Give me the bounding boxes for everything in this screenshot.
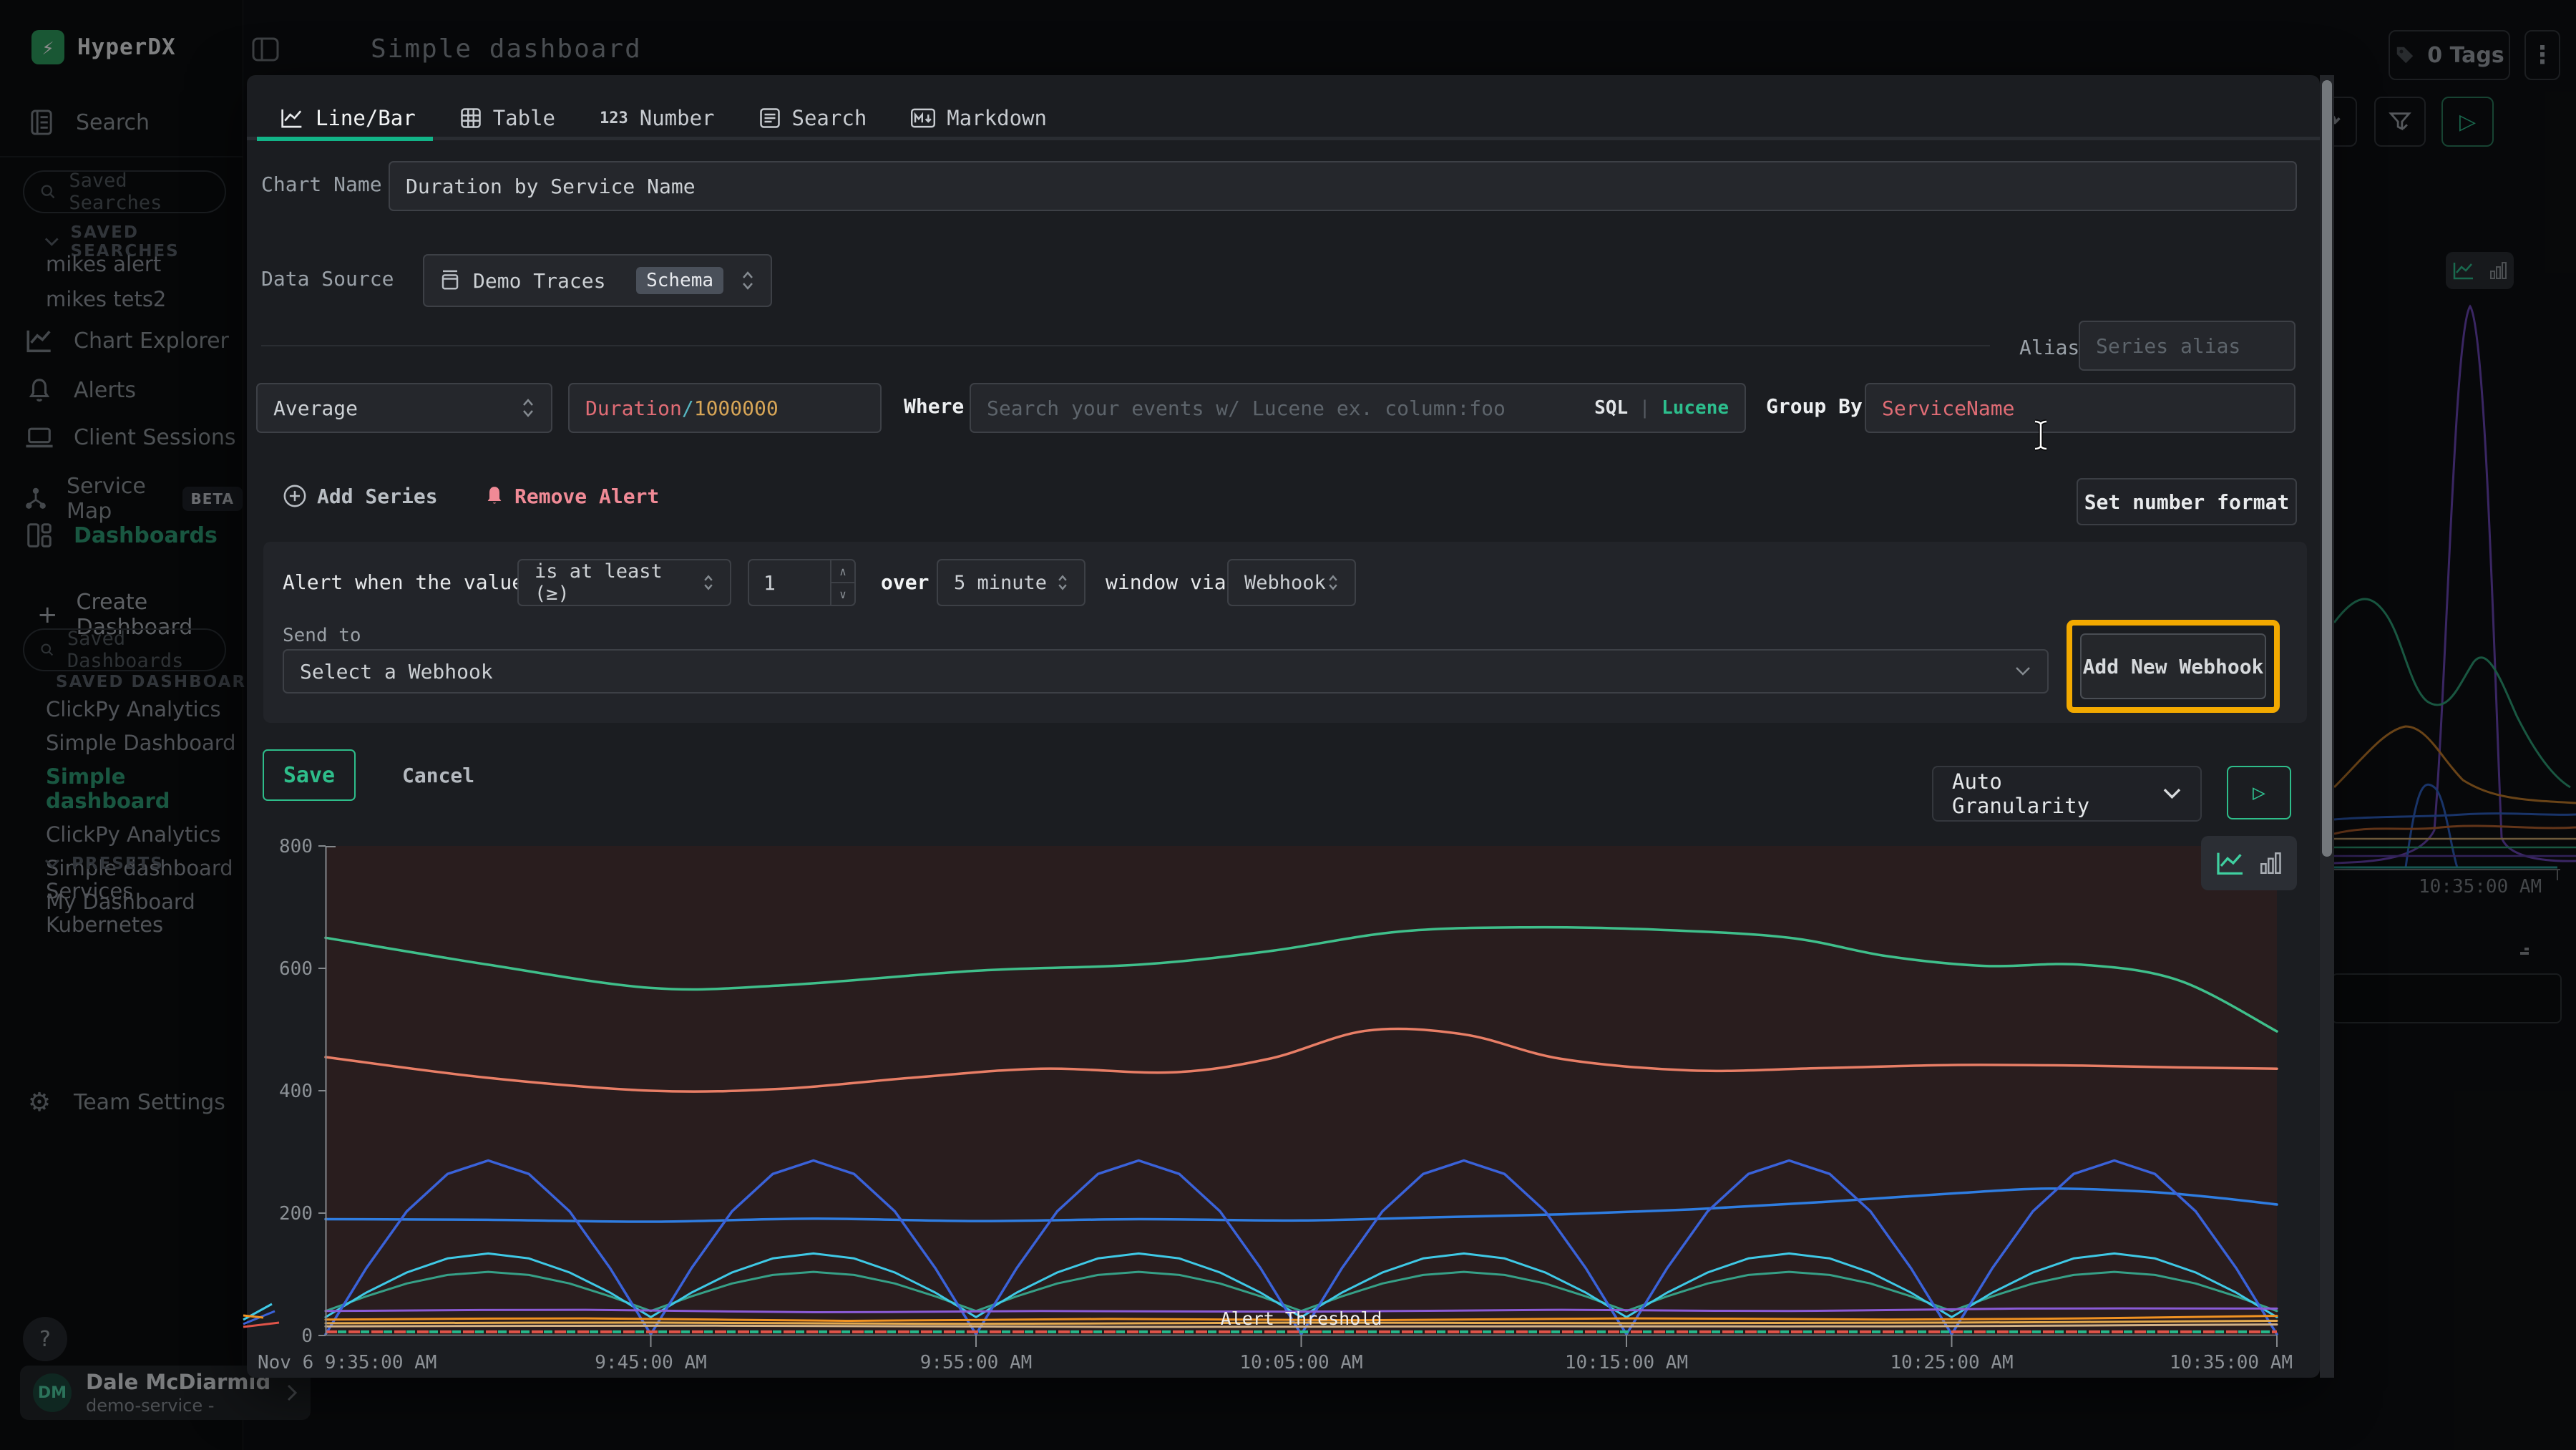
tab-line-bar[interactable]: Line/Bar <box>280 106 416 130</box>
tab-track <box>247 137 2320 140</box>
y-tick-label: 200 <box>279 1203 313 1225</box>
play-icon: ▷ <box>2253 780 2265 805</box>
stepper-up-icon: ∧ <box>831 560 854 583</box>
tab-search[interactable]: Search <box>759 106 867 130</box>
line-chart-icon <box>2216 851 2245 875</box>
x-tick-label: 10:25:00 AM <box>1890 1352 2013 1373</box>
modal-scrollbar[interactable] <box>2320 75 2334 1378</box>
data-source-label: Data Source <box>261 267 394 291</box>
field-expression-input[interactable]: Duration/1000000 <box>568 383 882 433</box>
preview-chart-type-toggle[interactable] <box>2201 836 2297 890</box>
x-tick-label: 9:55:00 AM <box>920 1352 1033 1373</box>
data-source-select[interactable]: Demo Traces Schema <box>423 254 772 307</box>
cancel-button[interactable]: Cancel <box>402 764 474 787</box>
x-tick-label: Nov 6 9:35:00 AM <box>258 1352 436 1373</box>
granularity-select[interactable]: Auto Granularity <box>1932 766 2202 822</box>
add-new-webhook-button[interactable]: Add New Webhook <box>2080 633 2266 699</box>
markdown-icon <box>911 108 935 128</box>
select-chevrons-icon <box>703 572 714 593</box>
preview-chart: Alert Threshold0200400600800Nov 6 9:35:0… <box>326 846 2277 1335</box>
chevron-down-icon <box>2014 666 2031 677</box>
line-chart-icon <box>280 107 304 129</box>
app-root: Simple dashboard 0 Tags ⋮ ⟳ ▷ <box>0 0 2576 1450</box>
alert-prefix: Alert when the value <box>283 570 524 594</box>
select-chevrons-icon <box>521 396 535 420</box>
x-tick-label: 10:05:00 AM <box>1239 1352 1362 1373</box>
chart-name-input[interactable]: Duration by Service Name <box>389 161 2297 211</box>
scrollbar-thumb[interactable] <box>2322 80 2332 857</box>
tab-number[interactable]: 123 Number <box>600 106 715 130</box>
chart-name-label: Chart Name <box>261 172 382 196</box>
webhook-select[interactable]: Select a Webhook <box>283 649 2049 694</box>
alert-threshold-label: Alert Threshold <box>1221 1308 1382 1329</box>
active-tab-underline <box>257 137 433 141</box>
tab-markdown[interactable]: Markdown <box>911 106 1047 130</box>
x-tick-label: 10:15:00 AM <box>1565 1352 1688 1373</box>
series-service-lightblue <box>326 1189 2277 1222</box>
alert-over-label: over <box>881 570 929 594</box>
x-tick-label: 10:35:00 AM <box>2170 1352 2293 1373</box>
alert-channel-select[interactable]: Webhook <box>1227 559 1356 606</box>
123-icon: 123 <box>600 110 628 127</box>
plus-circle-icon <box>283 484 307 508</box>
series-service-teal <box>326 1272 2277 1311</box>
run-preview-button[interactable]: ▷ <box>2227 766 2291 819</box>
list-icon <box>759 107 781 129</box>
set-number-format-button[interactable]: Set number format <box>2077 478 2297 525</box>
alias-label: Alias <box>2019 336 2079 359</box>
y-tick-label: 600 <box>279 958 313 980</box>
alert-condition-select[interactable]: is at least (≥) <box>517 559 731 606</box>
bar-chart-icon <box>2260 851 2282 875</box>
save-button[interactable]: Save <box>263 749 356 801</box>
number-stepper[interactable]: ∧∨ <box>830 560 854 605</box>
divider <box>261 345 1990 346</box>
where-placeholder: Search your events w/ Lucene ex. column:… <box>987 396 1506 420</box>
where-search-input[interactable]: Search your events w/ Lucene ex. column:… <box>970 383 1746 433</box>
add-series-button[interactable]: Add Series <box>283 476 438 516</box>
chevron-down-icon <box>2162 787 2182 800</box>
select-chevrons-icon <box>1057 572 1068 593</box>
add-webhook-highlight: Add New Webhook <box>2067 620 2280 713</box>
mouse-cursor-ibeam <box>2031 418 2051 452</box>
chart-type-tabs: Line/Bar Table 123 Number Search Markdow… <box>247 95 2320 141</box>
select-chevrons-icon <box>741 268 755 293</box>
aggregation-select[interactable]: Average <box>256 383 552 433</box>
stepper-down-icon: ∨ <box>831 583 854 605</box>
alert-window-suffix: window via <box>1106 570 1226 594</box>
alias-placeholder: Series alias <box>2096 334 2240 358</box>
x-tick-label: 9:45:00 AM <box>595 1352 707 1373</box>
where-label: Where <box>904 394 964 418</box>
select-chevrons-icon <box>1327 572 1339 593</box>
y-tick-label: 400 <box>279 1081 313 1102</box>
series-service-salmon <box>326 1029 2277 1092</box>
language-toggle[interactable]: SQL | Lucene <box>1594 397 1729 419</box>
alert-threshold-input[interactable]: 1 ∧∨ <box>748 559 856 606</box>
alert-config-panel: Alert when the value is at least (≥) 1 ∧… <box>263 542 2307 723</box>
edit-chart-modal: Line/Bar Table 123 Number Search Markdow… <box>247 75 2320 1378</box>
table-icon <box>460 107 482 129</box>
y-tick-label: 0 <box>301 1325 313 1347</box>
alert-bell-icon <box>484 485 504 507</box>
alias-input[interactable]: Series alias <box>2079 321 2296 371</box>
send-to-label: Send to <box>283 625 361 646</box>
database-icon <box>440 270 460 291</box>
alert-window-select[interactable]: 5 minute <box>937 559 1085 606</box>
tab-table[interactable]: Table <box>460 106 555 130</box>
y-tick-label: 800 <box>279 836 313 857</box>
remove-alert-button[interactable]: Remove Alert <box>484 476 659 516</box>
schema-badge[interactable]: Schema <box>636 267 723 294</box>
group-by-input[interactable]: ServiceName <box>1865 383 2296 433</box>
series-service-green <box>326 928 2277 1031</box>
background-sliver-lines <box>242 1298 293 1330</box>
group-by-label: Group By <box>1766 394 1863 418</box>
